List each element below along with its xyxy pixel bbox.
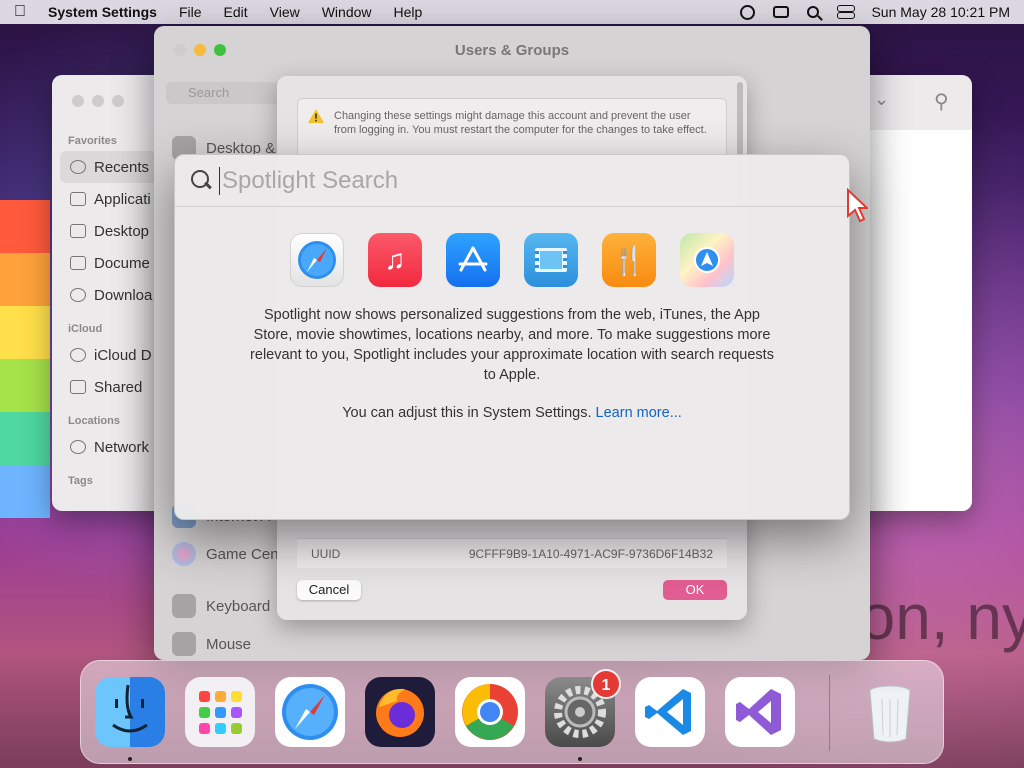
safari-icon: [282, 684, 338, 740]
maps-icon: [680, 233, 734, 287]
visual-studio-icon: [736, 689, 781, 735]
dock-trash[interactable]: [855, 677, 925, 747]
uuid-row: UUID 9CFFF9B9-1A10-4971-AC9F-9736D6F14B3…: [297, 538, 727, 568]
restaurants-icon: 🍴: [602, 233, 656, 287]
settings-item-game-center[interactable]: Game Cen: [172, 542, 279, 566]
dock-finder[interactable]: [95, 677, 165, 747]
notification-badge: 1: [591, 669, 621, 699]
chrome-icon: [462, 684, 518, 740]
clock-icon: [70, 160, 86, 174]
wallpaper-rainbow: [0, 200, 50, 520]
sidebar-item-icloud-drive[interactable]: iCloud D: [52, 339, 162, 371]
user-account-icon[interactable]: [740, 4, 756, 20]
sidebar-item-applications[interactable]: Applicati: [52, 183, 162, 215]
spotlight-search-bar: [175, 155, 849, 207]
uuid-label: UUID: [311, 546, 341, 561]
spotlight-app-icons: ♫ 🍴: [175, 233, 849, 287]
settings-item-mouse[interactable]: Mouse: [172, 632, 251, 656]
chevron-down-icon[interactable]: ⌄: [874, 89, 889, 110]
globe-icon: [70, 440, 86, 454]
finder-icon: [112, 684, 148, 733]
dock-separator: [829, 675, 830, 751]
warning-text: Changing these settings might damage thi…: [334, 110, 707, 136]
menu-view[interactable]: View: [270, 4, 300, 20]
trash-icon: [869, 685, 911, 743]
menu-clock[interactable]: Sun May 28 10:21 PM: [871, 4, 1010, 20]
menu-app-name[interactable]: System Settings: [48, 4, 157, 20]
vscode-icon: [645, 689, 691, 735]
ok-button[interactable]: OK: [663, 580, 727, 600]
wallpaper-text: on, ny: [859, 581, 1024, 653]
desktop-icon: [70, 224, 86, 238]
sidebar-section-tags: Tags: [68, 475, 93, 487]
window-title: Users & Groups: [454, 42, 570, 59]
menu-window[interactable]: Window: [322, 4, 372, 20]
sidebar-section-locations: Locations: [68, 415, 120, 427]
launchpad-icon: [199, 691, 242, 734]
finder-running-indicator: [128, 757, 132, 761]
settings-running-indicator: [578, 757, 582, 761]
dock-firefox[interactable]: [365, 677, 435, 747]
applications-icon: [70, 192, 86, 206]
sidebar-item-recents[interactable]: Recents: [60, 151, 158, 183]
menu-file[interactable]: File: [179, 4, 202, 20]
control-center-icon[interactable]: [837, 5, 856, 19]
cancel-button[interactable]: Cancel: [297, 580, 361, 600]
apple-menu-icon[interactable]: : [14, 3, 26, 21]
shared-folder-icon: [70, 380, 86, 394]
app-store-icon: [446, 233, 500, 287]
dock-chrome[interactable]: [455, 677, 525, 747]
sidebar-section-favorites: Favorites: [68, 135, 117, 147]
menu-help[interactable]: Help: [394, 4, 423, 20]
dock: 1: [80, 660, 944, 764]
firefox-icon: [376, 688, 424, 737]
cloud-icon: [70, 348, 86, 362]
mouse-icon: [172, 632, 196, 656]
spotlight-settings-note: You can adjust this in System Settings. …: [342, 405, 682, 421]
screen-mirroring-icon[interactable]: [773, 6, 790, 18]
uuid-value[interactable]: 9CFFF9B9-1A10-4971-AC9F-9736D6F14B32: [469, 547, 713, 561]
keyboard-icon: [172, 594, 196, 618]
warning-icon: [308, 109, 324, 123]
mouse-cursor-icon: [847, 188, 868, 223]
dock-launchpad[interactable]: [185, 677, 255, 747]
search-icon[interactable]: ⚲: [934, 89, 949, 114]
sidebar-item-documents[interactable]: Docume: [52, 247, 162, 279]
download-icon: [70, 288, 86, 302]
document-icon: [70, 256, 86, 270]
spotlight-privacy-text: Spotlight now shows personalized suggest…: [250, 307, 774, 383]
sidebar-item-desktop[interactable]: Desktop: [52, 215, 162, 247]
sidebar-item-shared[interactable]: Shared: [52, 371, 162, 403]
music-icon: ♫: [368, 233, 422, 287]
movies-icon: [524, 233, 578, 287]
learn-more-link[interactable]: Learn more...: [596, 405, 682, 421]
search-icon: [191, 169, 213, 192]
dock-safari[interactable]: [275, 677, 345, 747]
menu-bar:  System Settings File Edit View Window …: [0, 0, 1024, 24]
finder-content: [870, 130, 972, 511]
finder-sidebar: Favorites Recents Applicati Desktop Docu…: [52, 75, 162, 511]
spotlight-panel: ♫ 🍴 Spotlight now shows personalized sug…: [174, 154, 850, 520]
spotlight-menu-icon[interactable]: [807, 6, 820, 18]
safari-icon: [290, 233, 344, 287]
game-center-icon: [172, 542, 196, 566]
spotlight-search-input[interactable]: [219, 166, 779, 195]
dock-vscode[interactable]: [635, 677, 705, 747]
dock-visual-studio[interactable]: [725, 677, 795, 747]
menu-edit[interactable]: Edit: [224, 4, 248, 20]
sidebar-item-network[interactable]: Network: [52, 431, 162, 463]
sidebar-item-downloads[interactable]: Downloa: [52, 279, 162, 311]
dock-system-settings[interactable]: 1: [545, 669, 621, 747]
settings-item-keyboard[interactable]: Keyboard: [172, 594, 270, 618]
sidebar-section-icloud: iCloud: [68, 323, 103, 335]
